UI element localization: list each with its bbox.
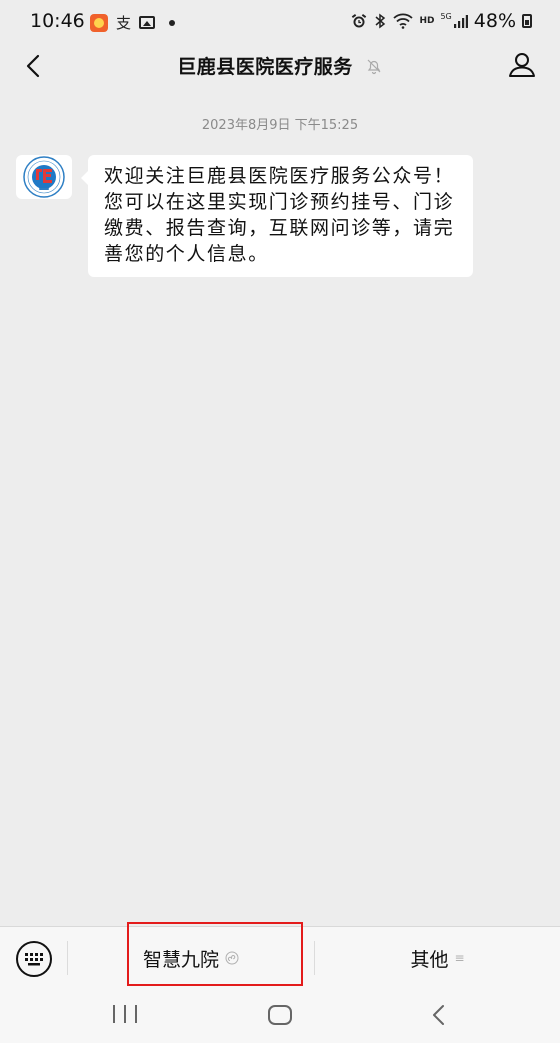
alarm-icon: [352, 14, 367, 28]
wifi-icon: [393, 13, 414, 29]
hospital-avatar[interactable]: [16, 155, 72, 199]
bluetooth-icon: [375, 13, 386, 29]
keyboard-toggle-icon[interactable]: [14, 939, 54, 979]
page-title: 巨鹿县医院医疗服务: [177, 56, 353, 78]
system-navigation-bar: [0, 988, 560, 1043]
chat-header: 巨鹿县医院医疗服务: [0, 44, 560, 88]
hd-label: HD: [419, 16, 435, 26]
message-text: 欢迎关注巨鹿县医院医疗服务公众号！您可以在这里实现门诊预约挂号、门诊缴费、报告查…: [88, 155, 473, 277]
mute-bell-icon: [367, 59, 381, 74]
home-icon[interactable]: [268, 1005, 292, 1025]
menu-item-other[interactable]: 其他 ≡: [315, 927, 560, 989]
gallery-icon: [139, 16, 156, 29]
system-back-icon[interactable]: [428, 1002, 450, 1028]
app-notification-icon: [90, 13, 108, 32]
message-bubble[interactable]: 欢迎关注巨鹿县医院医疗服务公众号！您可以在这里实现门诊预约挂号、门诊缴费、报告查…: [81, 155, 473, 277]
status-time: 10:46: [30, 10, 85, 32]
signal-type: 5G: [440, 11, 452, 21]
more-notifications-dot: [169, 19, 176, 26]
highlight-box: [127, 922, 303, 986]
system-indicators: HD 5G 48%: [351, 10, 532, 32]
profile-icon[interactable]: [506, 49, 538, 81]
signal-icon: [453, 15, 468, 28]
alipay-icon: 支: [116, 14, 132, 32]
notification-icons: 支: [90, 12, 176, 33]
hospital-logo-icon: [23, 156, 65, 198]
submenu-list-icon: ≡: [454, 951, 465, 965]
recent-apps-icon[interactable]: [113, 1005, 137, 1025]
battery-percent: 48%: [473, 10, 516, 32]
menu-item-other-label: 其他: [410, 948, 449, 971]
bubble-arrow: [81, 171, 88, 185]
battery-icon: [522, 14, 532, 28]
status-bar: 10:46 支 HD 5G 48%: [0, 0, 560, 44]
message-timestamp: 2023年8月9日 下午15:25: [201, 118, 359, 133]
